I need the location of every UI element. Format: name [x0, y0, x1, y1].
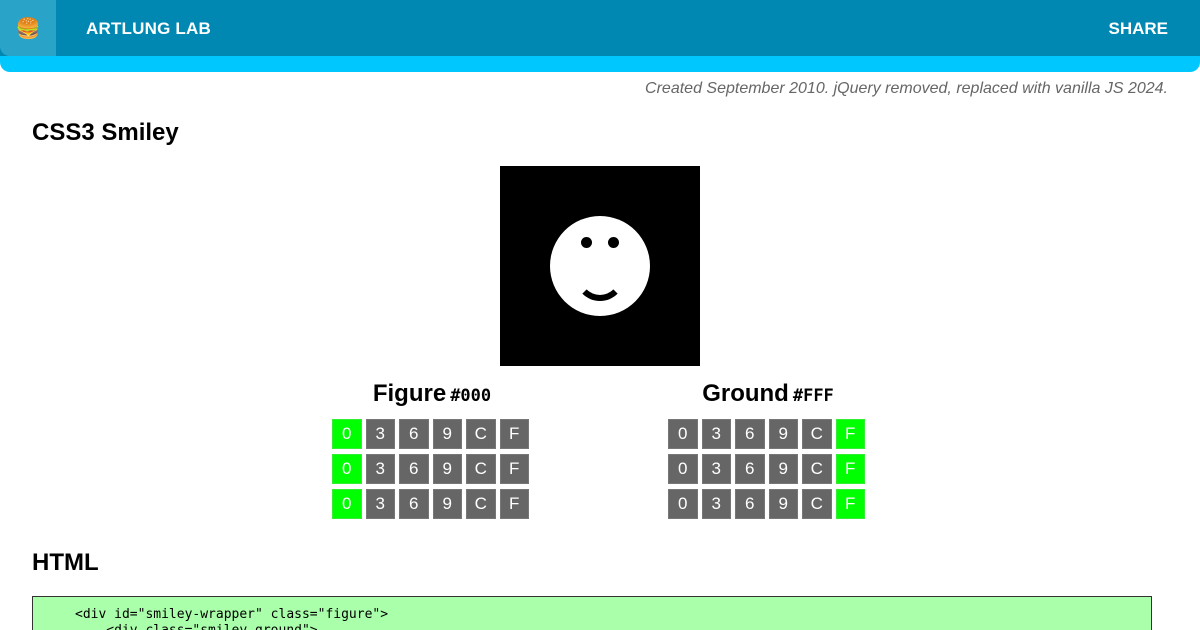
- figure-blue-option-6[interactable]: 6: [399, 489, 429, 519]
- ground-red-option-3[interactable]: 3: [701, 419, 731, 449]
- site-header: 🍔 ARTLUNG LAB SHARE: [0, 0, 1200, 72]
- ground-blue-option-C[interactable]: C: [802, 489, 832, 519]
- figure-blue-option-9[interactable]: 9: [432, 489, 462, 519]
- left-eye: [581, 237, 592, 248]
- figure-blue-option-0[interactable]: 0: [332, 489, 362, 519]
- ground-red-option-0[interactable]: 0: [668, 419, 698, 449]
- ground-green-row: 0369CF: [668, 454, 868, 484]
- ground-green-option-9[interactable]: 9: [768, 454, 798, 484]
- figure-red-option-3[interactable]: 3: [365, 419, 395, 449]
- figure-green-option-3[interactable]: 3: [365, 454, 395, 484]
- ground-color-panel: Ground #FFF 0369CF0369CF0369CF: [668, 380, 868, 519]
- ground-blue-row: 0369CF: [668, 489, 868, 519]
- ground-green-option-F[interactable]: F: [835, 454, 865, 484]
- ground-blue-option-9[interactable]: 9: [768, 489, 798, 519]
- figure-blue-row: 0369CF: [332, 489, 532, 519]
- figure-red-option-F[interactable]: F: [499, 419, 529, 449]
- ground-green-option-0[interactable]: 0: [668, 454, 698, 484]
- page-title: CSS3 Smiley: [32, 119, 179, 146]
- ground-blue-option-0[interactable]: 0: [668, 489, 698, 519]
- figure-hex: #000: [450, 386, 492, 406]
- ground-red-option-6[interactable]: 6: [735, 419, 765, 449]
- figure-green-option-9[interactable]: 9: [432, 454, 462, 484]
- ground-red-row: 0369CF: [668, 419, 868, 449]
- smiley-preview: [500, 166, 700, 366]
- ground-label: Ground: [702, 380, 789, 407]
- figure-label: Figure: [372, 380, 447, 407]
- ground-picker: 0369CF0369CF0369CF: [668, 419, 868, 519]
- ground-red-option-C[interactable]: C: [802, 419, 832, 449]
- html-section-title: HTML: [32, 549, 99, 576]
- html-code-block[interactable]: <div id="smiley-wrapper" class="figure">…: [32, 596, 1152, 630]
- figure-red-row: 0369CF: [332, 419, 532, 449]
- ground-red-option-F[interactable]: F: [835, 419, 865, 449]
- figure-blue-option-3[interactable]: 3: [365, 489, 395, 519]
- smiley-face: [550, 216, 650, 316]
- figure-green-option-6[interactable]: 6: [399, 454, 429, 484]
- ground-green-option-C[interactable]: C: [802, 454, 832, 484]
- code-line: <div id="smiley-wrapper" class="figure">: [75, 607, 389, 622]
- site-title[interactable]: ARTLUNG LAB: [86, 19, 211, 39]
- ground-title: Ground #FFF: [668, 380, 868, 414]
- figure-red-option-C[interactable]: C: [466, 419, 496, 449]
- ground-blue-option-3[interactable]: 3: [701, 489, 731, 519]
- figure-picker: 0369CF0369CF0369CF: [332, 419, 532, 519]
- figure-color-panel: Figure #000 0369CF0369CF0369CF: [332, 380, 532, 519]
- figure-blue-option-C[interactable]: C: [466, 489, 496, 519]
- burger-menu-icon[interactable]: 🍔: [0, 0, 56, 56]
- figure-green-option-C[interactable]: C: [466, 454, 496, 484]
- figure-green-option-0[interactable]: 0: [332, 454, 362, 484]
- header-bar: 🍔 ARTLUNG LAB SHARE: [0, 0, 1200, 56]
- figure-red-option-9[interactable]: 9: [432, 419, 462, 449]
- ground-green-option-6[interactable]: 6: [735, 454, 765, 484]
- smiley-mouth: [575, 251, 625, 301]
- code-line: <div class="smiley ground">: [75, 623, 1151, 630]
- figure-red-option-6[interactable]: 6: [399, 419, 429, 449]
- right-eye: [608, 237, 619, 248]
- ground-blue-option-6[interactable]: 6: [735, 489, 765, 519]
- ground-green-option-3[interactable]: 3: [701, 454, 731, 484]
- share-button[interactable]: SHARE: [1108, 19, 1168, 39]
- figure-title: Figure #000: [332, 380, 532, 414]
- ground-hex: #FFF: [792, 386, 834, 406]
- figure-green-row: 0369CF: [332, 454, 532, 484]
- ground-blue-option-F[interactable]: F: [835, 489, 865, 519]
- ground-red-option-9[interactable]: 9: [768, 419, 798, 449]
- created-note: Created September 2010. jQuery removed, …: [645, 80, 1168, 97]
- figure-green-option-F[interactable]: F: [499, 454, 529, 484]
- figure-blue-option-F[interactable]: F: [499, 489, 529, 519]
- figure-red-option-0[interactable]: 0: [332, 419, 362, 449]
